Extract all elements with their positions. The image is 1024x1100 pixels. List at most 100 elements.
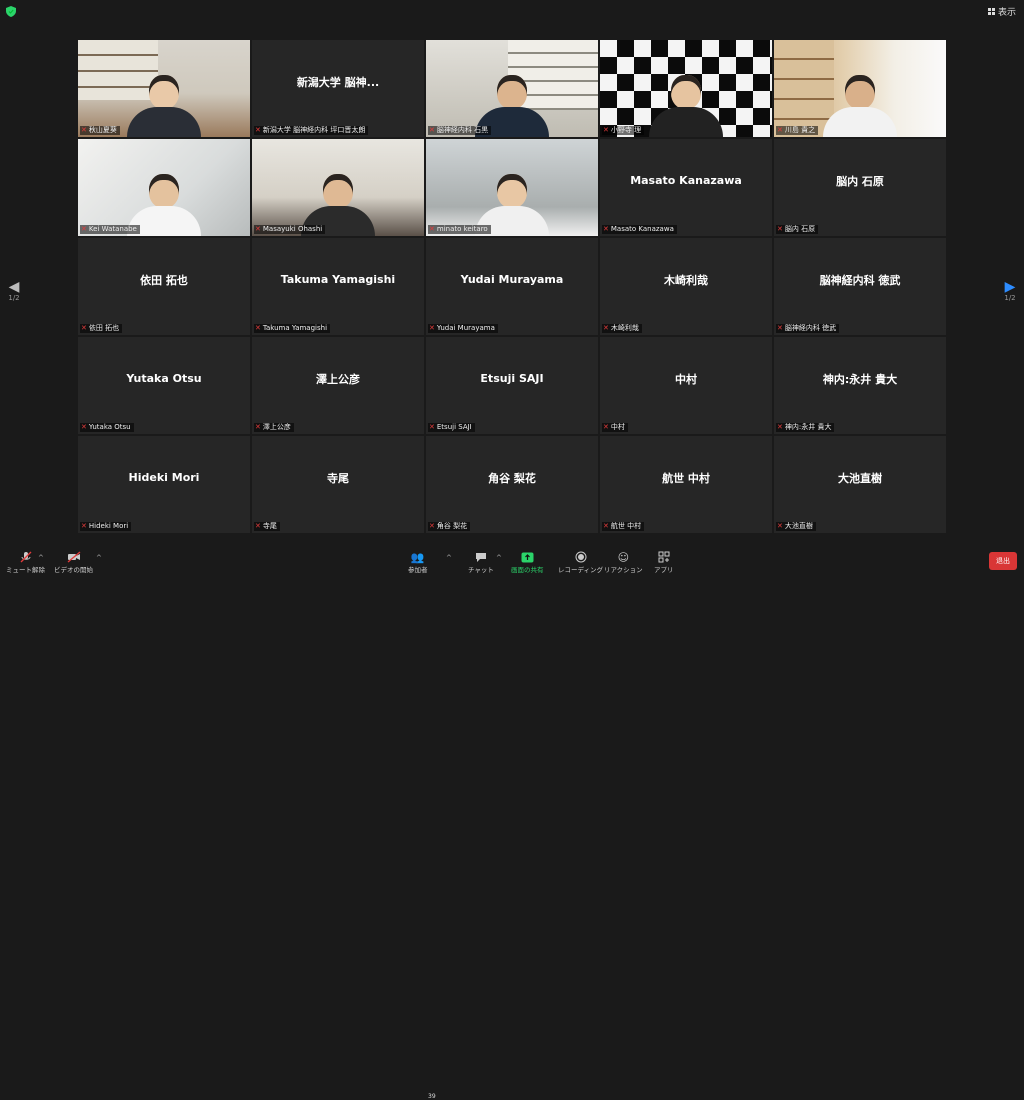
participant-tile[interactable]: ✕ 秋山夏葵	[78, 40, 250, 137]
participant-name: Masato Kanazawa	[610, 225, 674, 233]
participant-tile[interactable]: ✕ 脳神経内科 石黒	[426, 40, 598, 137]
participant-name-display: 澤上公彦	[316, 372, 360, 386]
participant-tile[interactable]: 依田 拓也 ✕ 依田 拓也	[78, 238, 250, 335]
participant-name: minato keitaro	[436, 225, 488, 233]
gallery-grid-icon	[987, 8, 995, 15]
participant-name-display: Takuma Yamagishi	[280, 273, 396, 286]
apps-icon	[656, 551, 672, 563]
participant-name-label: ✕ minato keitaro	[428, 225, 491, 234]
participant-tile[interactable]: Masato Kanazawa ✕ Masato Kanazawa	[600, 139, 772, 236]
participant-name: Hideki Mori	[88, 522, 129, 530]
microphone-muted-icon: ✕	[777, 324, 783, 332]
record-icon	[573, 551, 589, 563]
participant-tile[interactable]: 中村 ✕ 中村	[600, 337, 772, 434]
microphone-muted-icon: ✕	[429, 126, 435, 134]
participant-name: 澤上公彦	[262, 423, 291, 431]
participant-tile[interactable]: ✕ Kei Watanabe	[78, 139, 250, 236]
chat-label: チャット	[468, 566, 494, 574]
reactions-button[interactable]: ☺ リアクション	[604, 551, 643, 575]
apps-button[interactable]: アプリ	[654, 551, 674, 574]
participant-name-label: ✕ Masato Kanazawa	[602, 225, 677, 234]
participant-name-display: 脳内 石原	[836, 174, 884, 188]
microphone-muted-icon: ✕	[603, 324, 609, 332]
participant-tile[interactable]: Yutaka Otsu ✕ Yutaka Otsu	[78, 337, 250, 434]
participant-name: Yudai Murayama	[436, 324, 495, 332]
participant-tile[interactable]: Hideki Mori ✕ Hideki Mori	[78, 436, 250, 533]
security-shield-icon[interactable]	[6, 6, 16, 17]
record-button[interactable]: レコーディング	[558, 551, 603, 574]
participant-tile[interactable]: 澤上公彦 ✕ 澤上公彦	[252, 337, 424, 434]
participant-tile[interactable]: Etsuji SAJI ✕ Etsuji SAJI	[426, 337, 598, 434]
participant-name: 小野寺 理	[610, 126, 642, 134]
participant-name-display: 大池直樹	[838, 471, 882, 485]
participant-tile[interactable]: 神内:永井 貴大 ✕ 神内:永井 貴大	[774, 337, 946, 434]
participant-name-label: ✕ 秋山夏葵	[80, 126, 120, 135]
participants-options-caret-icon[interactable]: ^	[446, 554, 452, 562]
participant-name-display: Yutaka Otsu	[126, 372, 202, 385]
microphone-muted-icon: ✕	[777, 423, 783, 431]
participant-name-label: ✕ 依田 拓也	[80, 324, 123, 333]
participant-tile[interactable]: 角谷 梨花 ✕ 角谷 梨花	[426, 436, 598, 533]
participant-name-display: 航世 中村	[662, 471, 710, 485]
participant-tile[interactable]: ✕ 川島 貴之	[774, 40, 946, 137]
leave-meeting-button[interactable]: 退出	[989, 552, 1017, 570]
participant-name: 新潟大学 脳神経内科 坪口晋太朗	[262, 126, 366, 134]
participant-name: 木崎利哉	[610, 324, 639, 332]
participant-name: 川島 貴之	[784, 126, 816, 134]
video-camera-off-icon	[66, 551, 82, 563]
video-options-caret-icon[interactable]: ^	[96, 554, 102, 562]
participant-name-display: Hideki Mori	[128, 471, 200, 484]
participant-tile[interactable]: 脳内 石原 ✕ 脳内 石原	[774, 139, 946, 236]
participant-tile[interactable]: 寺尾 ✕ 寺尾	[252, 436, 424, 533]
participant-tile[interactable]: ✕ 小野寺 理	[600, 40, 772, 137]
next-page-button[interactable]: ▶ 1/2	[1002, 280, 1018, 302]
share-screen-label: 画面の共有	[511, 566, 544, 574]
microphone-muted-icon	[18, 551, 34, 563]
participant-tile[interactable]: Yudai Murayama ✕ Yudai Murayama	[426, 238, 598, 335]
participant-name-display: 新潟大学 脳神...	[296, 75, 380, 89]
participant-video	[426, 139, 598, 236]
participants-label: 参加者	[408, 566, 428, 574]
share-screen-button[interactable]: 画面の共有	[511, 551, 544, 574]
participant-tile[interactable]: 航世 中村 ✕ 航世 中村	[600, 436, 772, 533]
participant-name-label: ✕ 航世 中村	[602, 522, 645, 531]
prev-page-button[interactable]: ◀ 1/2	[6, 280, 22, 302]
participant-name: Etsuji SAJI	[436, 423, 472, 431]
participant-name: 角谷 梨花	[436, 522, 468, 530]
participant-name-label: ✕ Takuma Yamagishi	[254, 324, 331, 333]
participant-name: 航世 中村	[610, 522, 642, 530]
participant-tile[interactable]: ✕ Masayuki Ohashi	[252, 139, 424, 236]
participant-name-label: ✕ 新潟大学 脳神経内科 坪口晋太朗	[254, 126, 369, 135]
participant-name-display: 角谷 梨花	[488, 471, 536, 485]
participants-icon: 👥	[410, 550, 425, 564]
participant-name: 脳神経内科 徳武	[784, 324, 837, 332]
view-button-label: 表示	[997, 8, 1016, 18]
chat-bubble-icon	[473, 551, 489, 563]
participant-tile[interactable]: 新潟大学 脳神... ✕ 新潟大学 脳神経内科 坪口晋太朗	[252, 40, 424, 137]
microphone-muted-icon: ✕	[255, 324, 261, 332]
participant-name-display: 脳神経内科 徳武	[819, 273, 901, 287]
participant-tile[interactable]: 脳神経内科 徳武 ✕ 脳神経内科 徳武	[774, 238, 946, 335]
chat-options-caret-icon[interactable]: ^	[496, 554, 502, 562]
microphone-muted-icon: ✕	[81, 324, 87, 332]
start-video-button[interactable]: ビデオの開始	[54, 551, 93, 574]
participant-name: 依田 拓也	[88, 324, 120, 332]
chat-button[interactable]: チャット	[468, 551, 494, 574]
participant-tile[interactable]: ✕ minato keitaro	[426, 139, 598, 236]
participant-name: Yutaka Otsu	[88, 423, 131, 431]
audio-options-caret-icon[interactable]: ^	[38, 554, 44, 562]
participants-button[interactable]: 👥 参加者	[408, 550, 428, 575]
microphone-muted-icon: ✕	[777, 522, 783, 530]
apps-label: アプリ	[654, 566, 674, 574]
mute-label: ミュート解除	[6, 566, 45, 574]
view-button[interactable]: 表示	[987, 5, 1016, 18]
participant-tile[interactable]: 大池直樹 ✕ 大池直樹	[774, 436, 946, 533]
participant-tile[interactable]: Takuma Yamagishi ✕ Takuma Yamagishi	[252, 238, 424, 335]
microphone-muted-icon: ✕	[777, 126, 783, 134]
microphone-muted-icon: ✕	[255, 225, 261, 233]
participant-tile[interactable]: 木崎利哉 ✕ 木崎利哉	[600, 238, 772, 335]
page-indicator-right: 1/2	[1004, 294, 1016, 302]
participant-name-label: ✕ Etsuji SAJI	[428, 423, 475, 432]
microphone-muted-icon: ✕	[429, 225, 435, 233]
microphone-muted-icon: ✕	[603, 423, 609, 431]
